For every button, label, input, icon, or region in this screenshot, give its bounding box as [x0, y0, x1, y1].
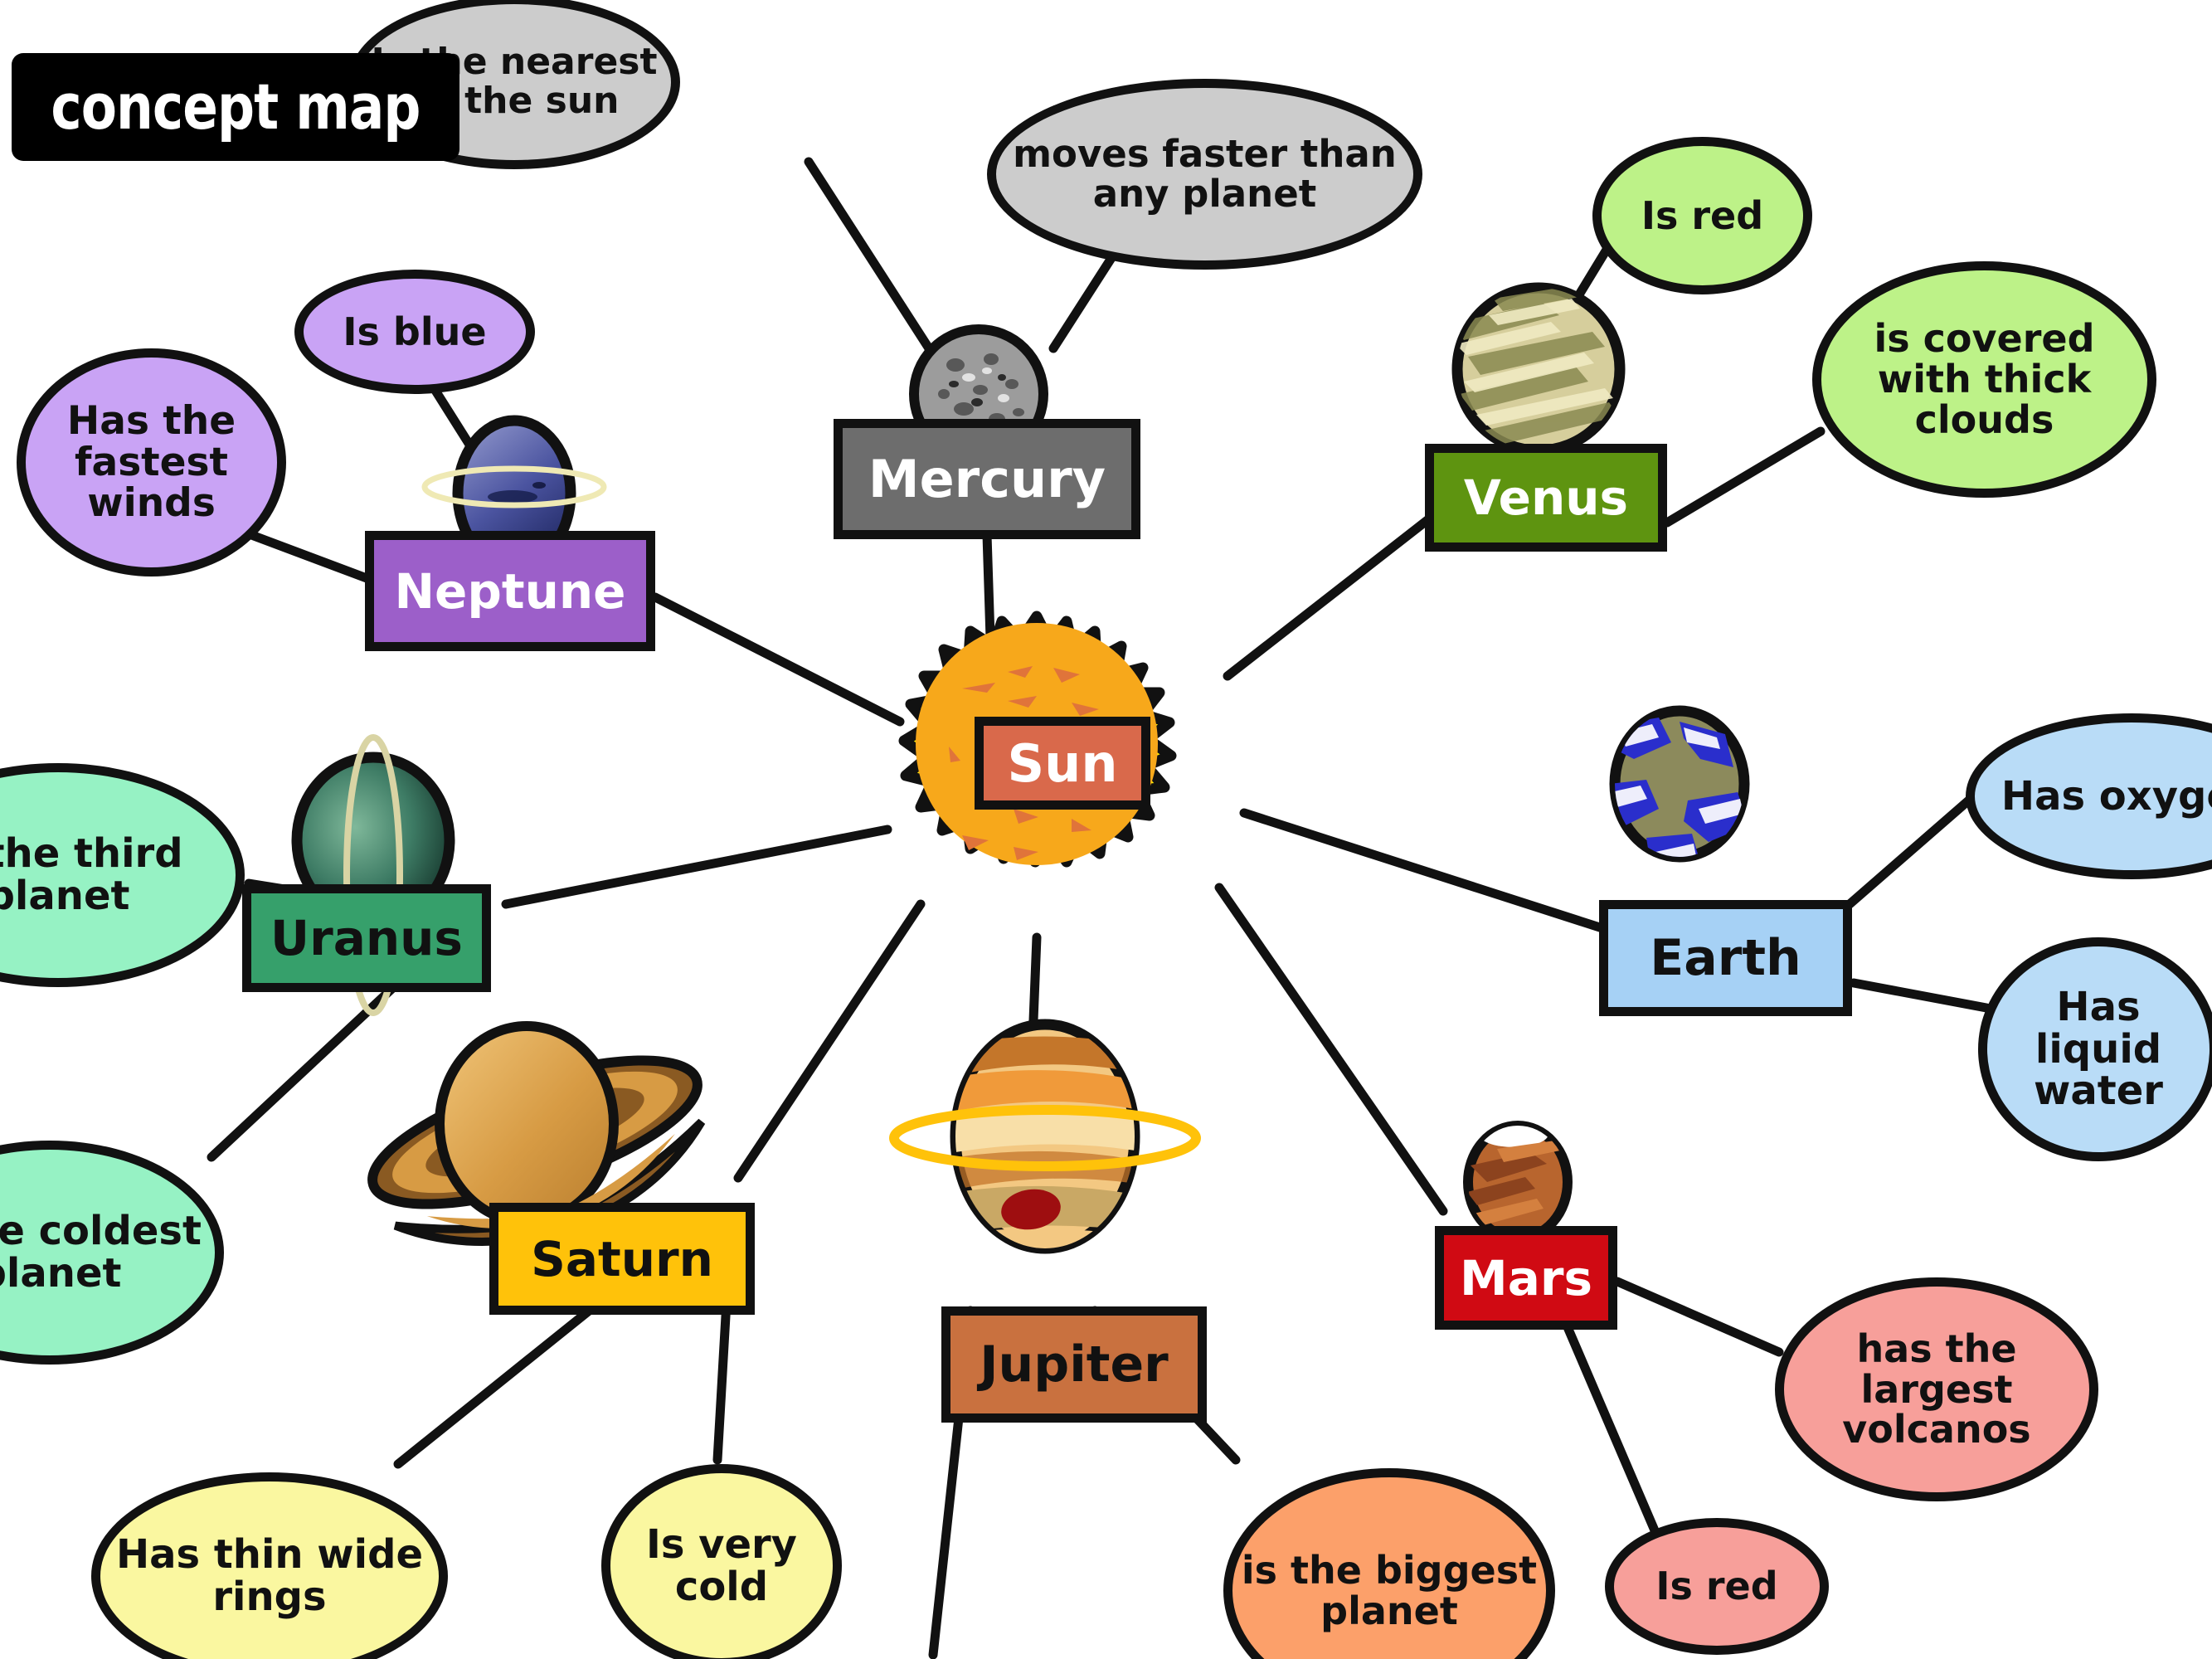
- bubble-text: has the largest volcanos: [1842, 1326, 2031, 1452]
- bubble-jupiter-biggest[interactable]: is the biggest planet: [1223, 1468, 1555, 1659]
- concept-map-canvas: Is the nearest to the sun moves faster t…: [0, 0, 2212, 1659]
- node-label-saturn: Saturn: [531, 1230, 713, 1287]
- edge-mars-red: [1563, 1322, 1660, 1535]
- sun-label-text: Sun: [1007, 732, 1118, 794]
- bubble-uranus-third[interactable]: Is the third planet: [0, 763, 245, 987]
- bubble-earth-water[interactable]: Has liquid water: [1978, 937, 2212, 1161]
- bubble-mars-volcanos[interactable]: has the largest volcanos: [1775, 1277, 2098, 1501]
- bubble-text: Has thin wide rings: [115, 1531, 423, 1620]
- bubble-text: Is blue: [343, 309, 487, 354]
- bubble-venus-clouds[interactable]: is covered with thick clouds: [1812, 261, 2156, 498]
- bubble-text: moves faster than any planet: [1013, 132, 1397, 216]
- edge-venus-clouds: [1662, 426, 1826, 528]
- edge-earth-oxygen: [1845, 787, 1983, 909]
- venus-planet-icon: [1443, 274, 1634, 465]
- node-label-neptune: Neptune: [394, 562, 626, 620]
- bubble-text: Is red: [1655, 1564, 1778, 1609]
- bubble-neptune-winds[interactable]: Has the fastest winds: [17, 348, 286, 577]
- earth-planet-icon: [1601, 701, 1758, 867]
- bubble-text: is covered with thick clouds: [1874, 316, 2095, 442]
- bubble-venus-red[interactable]: Is red: [1592, 137, 1812, 294]
- node-label-mercury: Mercury: [868, 448, 1106, 509]
- node-label-uranus: Uranus: [270, 910, 463, 966]
- node-box-venus[interactable]: Venus: [1425, 444, 1667, 552]
- bubble-mars-red[interactable]: Is red: [1605, 1518, 1829, 1655]
- bubble-saturn-cold[interactable]: Is very cold: [601, 1464, 842, 1659]
- page-title: concept map: [12, 53, 459, 161]
- bubble-text: Has liquid water: [2034, 983, 2163, 1115]
- bubble-text: Is red: [1641, 192, 1764, 238]
- page-title-text: concept map: [51, 70, 421, 144]
- bubble-text: is the biggest planet: [1241, 1547, 1538, 1633]
- node-box-earth[interactable]: Earth: [1599, 900, 1852, 1016]
- bubble-saturn-rings[interactable]: Has thin wide rings: [91, 1472, 448, 1659]
- bubble-text: Is the coldest planet: [0, 1208, 202, 1297]
- node-label-venus: Venus: [1463, 469, 1629, 526]
- node-box-jupiter[interactable]: Jupiter: [941, 1306, 1207, 1423]
- node-box-uranus[interactable]: Uranus: [242, 884, 491, 992]
- bubble-earth-oxygen[interactable]: Has oxygen: [1966, 713, 2212, 879]
- node-box-mercury[interactable]: Mercury: [834, 419, 1140, 539]
- edge-sun-earth: [1239, 808, 1610, 934]
- bubble-text: Has the fastest winds: [66, 397, 236, 527]
- edge-neptune-winds: [236, 526, 378, 586]
- edge-earth-water: [1849, 978, 1991, 1013]
- node-box-saturn[interactable]: Saturn: [489, 1203, 755, 1315]
- edge-sun-venus: [1223, 509, 1440, 681]
- bubble-text: Is the third planet: [0, 830, 183, 919]
- node-box-mars[interactable]: Mars: [1435, 1226, 1617, 1330]
- bubble-neptune-blue[interactable]: Is blue: [294, 270, 535, 394]
- edge-sun-mars: [1214, 883, 1448, 1216]
- node-label-mars: Mars: [1460, 1249, 1592, 1306]
- node-box-neptune[interactable]: Neptune: [365, 531, 655, 651]
- sun-label-box[interactable]: Sun: [975, 717, 1150, 810]
- edge-mars-volcanos: [1612, 1277, 1784, 1357]
- node-label-jupiter: Jupiter: [980, 1335, 1169, 1394]
- bubble-text: Has oxygen: [2001, 772, 2212, 820]
- node-label-earth: Earth: [1650, 929, 1801, 987]
- bubble-mercury-faster[interactable]: moves faster than any planet: [987, 79, 1422, 270]
- bubble-uranus-coldest[interactable]: Is the coldest planet: [0, 1141, 224, 1365]
- edge-sun-uranus: [501, 825, 892, 909]
- bubble-text: Is very cold: [646, 1520, 797, 1610]
- jupiter-planet-icon: [889, 987, 1201, 1286]
